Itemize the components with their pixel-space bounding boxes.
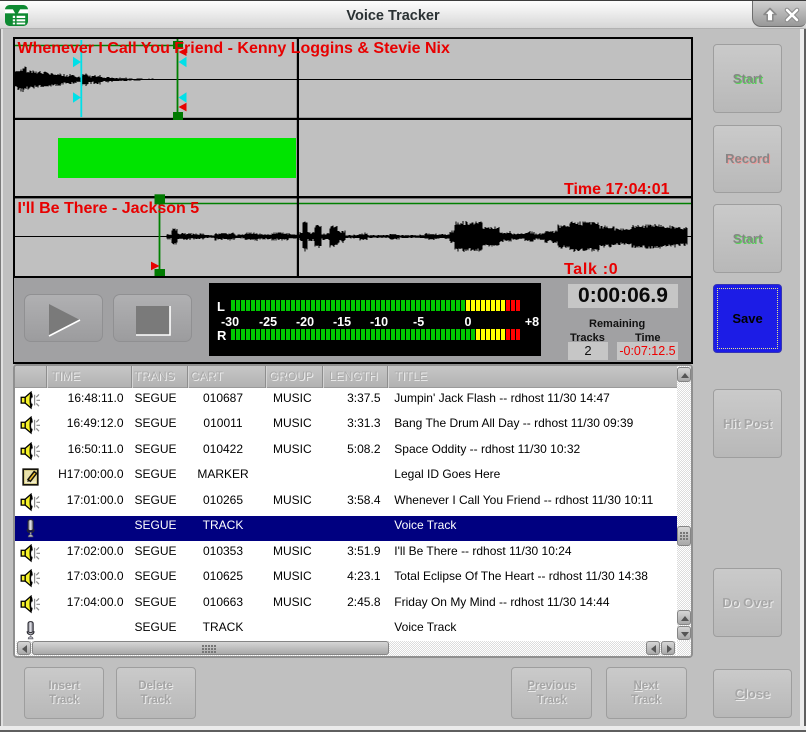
svg-text:-15: -15 — [333, 315, 351, 329]
svg-text:-25: -25 — [259, 315, 277, 329]
svg-text:+8: +8 — [525, 315, 539, 329]
svg-text:0: 0 — [465, 315, 472, 329]
svg-text:-10: -10 — [370, 315, 388, 329]
svg-text:-5: -5 — [413, 315, 424, 329]
svg-text:R: R — [217, 328, 227, 343]
svg-text:-30: -30 — [221, 315, 239, 329]
svg-text:-20: -20 — [296, 315, 314, 329]
svg-text:L: L — [217, 299, 225, 314]
